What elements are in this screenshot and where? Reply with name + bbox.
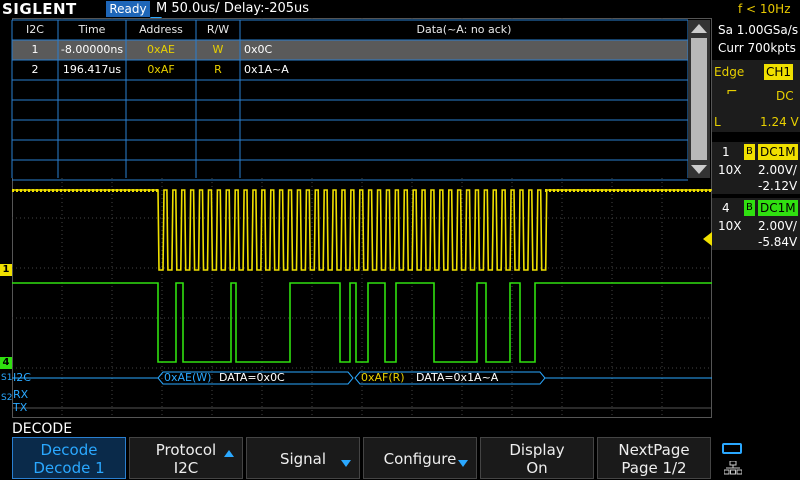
bus1-protocol: I2C	[13, 371, 31, 384]
ch4-probe: 10X	[718, 219, 742, 233]
key-label: NextPage	[618, 441, 690, 459]
bus2-tx: TX	[13, 401, 28, 414]
network-icon[interactable]	[723, 460, 743, 475]
row-address: 0xAF	[147, 63, 175, 76]
ch1-info-box[interactable]: 1 B DC1M 10X 2.00V/ -2.12V	[712, 142, 800, 194]
key-value: Page 1/2	[621, 459, 687, 477]
row-index: 1	[31, 43, 39, 56]
scroll-down-icon[interactable]	[691, 165, 707, 174]
row-rw: R	[214, 63, 222, 76]
ch4-number: 4	[722, 201, 730, 215]
col-header-i2c: I2C	[26, 23, 44, 36]
memory-depth: Curr 700kpts	[718, 41, 796, 55]
col-header-rw: R/W	[206, 23, 230, 36]
row-time: -8.00000ns	[60, 43, 124, 56]
row-time: 196.417us	[62, 63, 122, 76]
bus2-rx: RX	[13, 388, 29, 401]
protocol-key[interactable]: Protocol I2C	[129, 437, 243, 479]
chevron-up-icon	[224, 450, 234, 457]
scroll-thumb[interactable]	[691, 38, 707, 160]
trigger-level: 1.24 V	[760, 115, 799, 129]
frame1-data: DATA=0x0C	[219, 371, 285, 384]
next-page-key[interactable]: NextPage Page 1/2	[597, 437, 711, 479]
scroll-up-icon[interactable]	[691, 24, 707, 33]
col-header-time: Time	[78, 23, 106, 36]
sample-rate: Sa 1.00GSa/s	[718, 23, 799, 37]
ch4-coupling-badge: DC1M	[758, 200, 798, 216]
col-header-data: Data(~A: no ack)	[416, 23, 512, 36]
trigger-coupling: DC	[776, 89, 794, 103]
ch1-number: 1	[722, 145, 730, 159]
table-header-row: I2C Time Address R/W Data(~A: no ack)	[12, 20, 688, 40]
table-scrollbar[interactable]	[688, 20, 710, 178]
decode-table[interactable]: I2C Time Address R/W Data(~A: no ack) 1 …	[12, 20, 688, 178]
signal-key[interactable]: Signal	[246, 437, 360, 479]
table-row[interactable]: 1 -8.00000ns 0xAE W 0x0C	[12, 40, 688, 60]
display-key[interactable]: Display On	[480, 437, 594, 479]
ch1-marker-icon[interactable]: 1	[0, 264, 12, 276]
chevron-down-icon	[458, 460, 468, 467]
trigger-type: Edge	[714, 65, 745, 79]
info-panel: Sa 1.00GSa/s Curr 700kpts Edge CH1 ⌐ DC …	[712, 18, 800, 418]
trigger-box[interactable]: Edge CH1 ⌐ DC L 1.24 V	[712, 60, 800, 132]
configure-key[interactable]: Configure	[363, 437, 477, 479]
frame2-data: DATA=0x1A~A	[416, 371, 499, 384]
key-value: Decode 1	[33, 459, 105, 477]
chevron-down-icon	[341, 460, 351, 467]
col-header-address: Address	[139, 23, 183, 36]
storage-icon[interactable]	[722, 443, 742, 454]
ch1-probe: 10X	[718, 163, 742, 177]
trigger-source-badge: CH1	[764, 64, 794, 80]
key-label: Display	[509, 441, 565, 459]
key-value: On	[526, 459, 548, 477]
ch4-info-box[interactable]: 4 B DC1M 10X 2.00V/ -5.84V	[712, 198, 800, 250]
row-data: 0x0C	[244, 43, 273, 56]
key-label: Decode	[40, 441, 98, 459]
menu-title: DECODE	[12, 421, 73, 437]
row-address: 0xAE	[147, 43, 175, 56]
ch4-bw-badge: B	[744, 200, 755, 216]
frame2-address: 0xAF(R)	[361, 371, 405, 384]
ch1-bw-badge: B	[744, 144, 755, 160]
row-index: 2	[31, 63, 39, 76]
ch1-coupling-badge: DC1M	[758, 144, 798, 160]
bus1-label: S1	[1, 373, 13, 383]
ch4-marker-icon[interactable]: 4	[0, 357, 12, 369]
table-row[interactable]: 2 196.417us 0xAF R 0x1A~A	[12, 60, 688, 80]
bus2-label: S2	[1, 393, 13, 403]
frame1-address: 0xAE(W)	[164, 371, 212, 384]
row-data: 0x1A~A	[244, 63, 289, 76]
trigger-level-label: L	[714, 115, 721, 129]
trigger-level-marker-icon[interactable]	[703, 232, 712, 246]
ch1-offset: -2.12V	[758, 179, 798, 193]
row-rw: W	[212, 43, 224, 56]
ch4-offset: -5.84V	[758, 235, 798, 249]
key-value: I2C	[173, 459, 199, 477]
rising-edge-icon: ⌐	[726, 84, 738, 100]
decode-select-key[interactable]: Decode Decode 1	[12, 437, 126, 479]
ch4-scale: 2.00V/	[758, 219, 797, 233]
ch1-scale: 2.00V/	[758, 163, 797, 177]
